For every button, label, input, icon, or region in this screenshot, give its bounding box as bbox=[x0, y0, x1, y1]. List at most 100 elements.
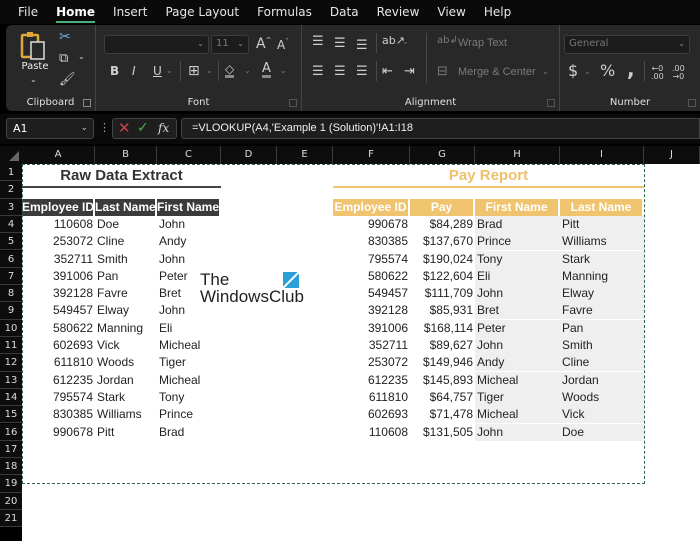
row-header-13[interactable]: 13 bbox=[0, 371, 22, 389]
decrease-indent-icon[interactable]: ⇤ bbox=[382, 65, 393, 78]
row-header-15[interactable]: 15 bbox=[0, 406, 22, 424]
row-header-11[interactable]: 11 bbox=[0, 337, 22, 355]
select-all-button[interactable] bbox=[0, 146, 22, 164]
align-right-icon[interactable]: ☰ bbox=[356, 65, 368, 78]
tab-page-layout[interactable]: Page Layout bbox=[156, 0, 248, 24]
tab-formulas[interactable]: Formulas bbox=[248, 0, 321, 24]
wrap-text-icon[interactable]: ab↲ bbox=[437, 36, 458, 46]
tab-review[interactable]: Review bbox=[368, 0, 429, 24]
increase-indent-icon[interactable]: ⇥ bbox=[404, 65, 415, 78]
row-header-10[interactable]: 10 bbox=[0, 319, 22, 337]
tab-file[interactable]: File bbox=[0, 0, 47, 24]
decrease-decimal-icon[interactable]: .00 →0 bbox=[672, 65, 685, 81]
copy-icon[interactable]: ⧉ bbox=[59, 52, 68, 65]
merge-dropdown-icon[interactable]: ⌄ bbox=[542, 68, 549, 76]
raw-data-id-cell: 830385 bbox=[52, 407, 93, 422]
orientation-dropdown-icon[interactable]: ⌄ bbox=[402, 38, 409, 46]
row-header-17[interactable]: 17 bbox=[0, 440, 22, 459]
font-name-select[interactable]: ⌄ bbox=[104, 35, 209, 54]
row-header-4[interactable]: 4 bbox=[0, 215, 22, 234]
row-header-16[interactable]: 16 bbox=[0, 423, 22, 441]
currency-dropdown-icon[interactable]: ⌄ bbox=[584, 68, 591, 76]
row-header-20[interactable]: 20 bbox=[0, 492, 22, 510]
borders-icon[interactable]: ⊞ bbox=[188, 64, 200, 78]
column-header-j[interactable]: J bbox=[644, 146, 700, 164]
column-header-d[interactable]: D bbox=[221, 146, 277, 164]
increase-decimal-icon[interactable]: ←0.00 bbox=[651, 65, 664, 81]
paste-button[interactable]: Paste bbox=[20, 62, 50, 72]
copy-dropdown-icon[interactable]: ⌄ bbox=[78, 53, 85, 61]
column-header-c[interactable]: C bbox=[157, 146, 221, 164]
row-header-2[interactable]: 2 bbox=[0, 181, 22, 199]
more-options-icon[interactable]: ⋮ bbox=[99, 121, 110, 134]
column-header-a[interactable]: A bbox=[22, 146, 95, 164]
font-launcher-icon[interactable] bbox=[289, 99, 297, 107]
column-header-h[interactable]: H bbox=[475, 146, 560, 164]
column-header-b[interactable]: B bbox=[95, 146, 157, 164]
paste-icon[interactable] bbox=[20, 31, 48, 61]
alignment-launcher-icon[interactable] bbox=[547, 99, 555, 107]
row-header-5[interactable]: 5 bbox=[0, 233, 22, 251]
cut-icon[interactable]: ✂ bbox=[59, 30, 71, 44]
row-header-12[interactable]: 12 bbox=[0, 354, 22, 372]
comma-style-button[interactable]: , bbox=[627, 59, 635, 79]
pay-report-first-name-cell: Micheal bbox=[475, 371, 560, 389]
font-color-dropdown-icon[interactable]: ⌄ bbox=[280, 67, 287, 75]
row-header-1[interactable]: 1 bbox=[0, 164, 22, 182]
borders-dropdown-icon[interactable]: ⌄ bbox=[206, 67, 213, 75]
align-center-icon[interactable]: ☰ bbox=[334, 65, 346, 78]
divider bbox=[376, 61, 377, 81]
number-format-select[interactable]: General ⌄ bbox=[564, 35, 690, 54]
fill-color-icon[interactable]: ◇ bbox=[225, 63, 235, 78]
pay-report-pay-cell: $149,946 bbox=[422, 355, 473, 370]
underline-dropdown-icon[interactable]: ⌄ bbox=[166, 67, 173, 75]
row-header-3[interactable]: 3 bbox=[0, 198, 22, 216]
bold-button[interactable]: B bbox=[110, 65, 119, 77]
worksheet-grid[interactable]: Raw Data Extract Pay Report Employee ID L… bbox=[22, 164, 700, 541]
tab-view[interactable]: View bbox=[428, 0, 474, 24]
merge-center-button[interactable]: Merge & Center bbox=[458, 67, 536, 78]
row-header-9[interactable]: 9 bbox=[0, 302, 22, 320]
insert-function-button[interactable]: fx bbox=[158, 122, 169, 134]
column-header-g[interactable]: G bbox=[410, 146, 475, 164]
tab-help[interactable]: Help bbox=[475, 0, 520, 24]
column-header-e[interactable]: E bbox=[277, 146, 333, 164]
cancel-icon[interactable]: ✕ bbox=[118, 121, 131, 136]
clipboard-launcher-icon[interactable] bbox=[83, 99, 91, 107]
font-color-icon[interactable]: A bbox=[262, 62, 271, 78]
name-box[interactable]: A1 ⌄ bbox=[6, 118, 94, 139]
tab-home[interactable]: Home bbox=[47, 0, 104, 24]
column-header-i[interactable]: I bbox=[560, 146, 644, 164]
row-header-6[interactable]: 6 bbox=[0, 250, 22, 268]
format-painter-icon[interactable]: 🖌 bbox=[59, 73, 76, 86]
tab-data[interactable]: Data bbox=[321, 0, 368, 24]
align-middle-icon[interactable]: ☰ bbox=[334, 37, 346, 50]
divider bbox=[180, 61, 181, 81]
merge-center-icon[interactable]: ⊟ bbox=[437, 65, 448, 78]
paste-dropdown-icon[interactable]: ⌄ bbox=[30, 76, 37, 84]
underline-button[interactable]: U bbox=[153, 65, 162, 77]
fill-color-dropdown-icon[interactable]: ⌄ bbox=[244, 67, 251, 75]
align-top-icon[interactable]: ☰ bbox=[312, 35, 324, 48]
number-launcher-icon[interactable] bbox=[688, 99, 696, 107]
font-size-select[interactable]: 11 ⌄ bbox=[211, 35, 249, 54]
pay-report-first-name-cell: John bbox=[475, 337, 560, 354]
italic-button[interactable]: I bbox=[132, 65, 136, 77]
enter-icon[interactable]: ✓ bbox=[137, 121, 149, 135]
row-header-21[interactable]: 21 bbox=[0, 510, 22, 528]
row-header-18[interactable]: 18 bbox=[0, 458, 22, 476]
row-header-19[interactable]: 19 bbox=[0, 475, 22, 493]
align-left-icon[interactable]: ☰ bbox=[312, 65, 324, 78]
tab-insert[interactable]: Insert bbox=[104, 0, 156, 24]
row-header-7[interactable]: 7 bbox=[0, 267, 22, 286]
row-header-14[interactable]: 14 bbox=[0, 388, 22, 407]
wrap-text-button[interactable]: Wrap Text bbox=[458, 38, 507, 49]
align-bottom-icon[interactable]: ☰ bbox=[356, 39, 368, 52]
percent-button[interactable]: % bbox=[600, 63, 615, 79]
decrease-font-icon[interactable]: Aˇ bbox=[277, 39, 289, 52]
currency-button[interactable]: $ bbox=[568, 63, 578, 79]
column-header-f[interactable]: F bbox=[333, 146, 410, 164]
increase-font-icon[interactable]: A^ bbox=[256, 37, 271, 51]
row-header-8[interactable]: 8 bbox=[0, 285, 22, 303]
formula-input[interactable]: =VLOOKUP(A4,'Example 1 (Solution)'!A1:I1… bbox=[181, 118, 700, 139]
